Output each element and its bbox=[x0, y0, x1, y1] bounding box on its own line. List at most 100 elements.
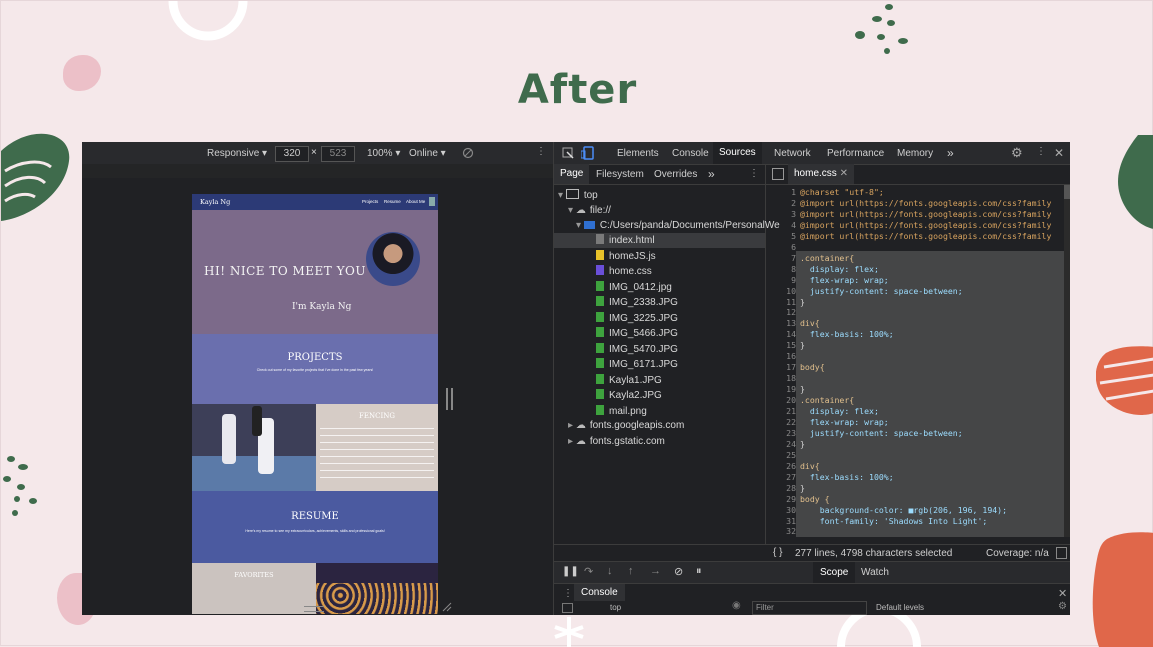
line-number: 30 bbox=[786, 504, 796, 515]
preview-nav-about[interactable]: About Me bbox=[406, 199, 425, 204]
tree-file[interactable]: IMG_6171.JPG bbox=[596, 357, 678, 372]
tree-origin[interactable]: ▸ ☁ fonts.googleapis.com bbox=[568, 418, 684, 433]
tree-origin[interactable]: ▸ ☁ fonts.gstatic.com bbox=[568, 434, 665, 449]
code-line: } bbox=[800, 340, 805, 351]
eye-icon[interactable]: ◉ bbox=[732, 600, 741, 611]
phone-preview[interactable]: Kayla Ng Projects Resume About Me HI! NI… bbox=[192, 194, 438, 614]
expand-arrow-icon[interactable]: ▸ bbox=[568, 436, 576, 447]
file-icon bbox=[596, 342, 604, 353]
width-input[interactable]: 320 bbox=[275, 146, 309, 162]
tree-file-origin[interactable]: ▾ ☁ file:// bbox=[568, 203, 611, 218]
expand-arrow-icon[interactable]: ▸ bbox=[568, 420, 576, 431]
device-toggle-icon[interactable] bbox=[581, 146, 594, 160]
tree-file[interactable]: IMG_2338.JPG bbox=[596, 295, 678, 310]
tab-memory[interactable]: Memory bbox=[897, 148, 933, 159]
devtools-tabs: Elements Console Sources Network Perform… bbox=[554, 142, 1070, 165]
nav-tab-filesystem[interactable]: Filesystem bbox=[596, 169, 644, 180]
inspect-icon[interactable] bbox=[562, 147, 574, 159]
tab-scope[interactable]: Scope bbox=[813, 562, 856, 584]
line-number: 23 bbox=[786, 427, 796, 438]
tree-file[interactable]: IMG_5466.JPG bbox=[596, 326, 678, 341]
console-filter-input[interactable]: Filter bbox=[752, 601, 867, 615]
drawer-menu-icon[interactable]: ⋮ bbox=[563, 588, 573, 599]
more-tabs-icon[interactable]: » bbox=[947, 146, 954, 160]
close-devtools-icon[interactable]: ✕ bbox=[1054, 146, 1064, 160]
editor-scrollbar[interactable] bbox=[1064, 185, 1070, 537]
preview-nav-resume[interactable]: Resume bbox=[384, 199, 401, 204]
close-tab-icon[interactable]: ✕ bbox=[840, 168, 848, 179]
drawer-tab-console[interactable]: Console bbox=[574, 584, 625, 601]
tab-watch[interactable]: Watch bbox=[861, 567, 889, 578]
tab-elements[interactable]: Elements bbox=[617, 148, 659, 159]
editor-tab-home-css[interactable]: home.css ✕ bbox=[788, 164, 854, 184]
decoration-orange-stripe-icon bbox=[1096, 346, 1153, 415]
tab-sources[interactable]: Sources bbox=[713, 142, 762, 164]
toggle-navigator-icon[interactable] bbox=[772, 168, 784, 180]
preview-projects-section: PROJECTS Check out some of my favorite p… bbox=[192, 334, 438, 404]
more-options-icon[interactable]: ⋮ bbox=[536, 146, 546, 157]
pause-on-exceptions-icon[interactable]: ⏸ bbox=[696, 565, 702, 578]
tree-file[interactable]: Kayla2.JPG bbox=[596, 388, 662, 403]
tree-file[interactable]: homeJS.js bbox=[596, 249, 656, 264]
height-input[interactable]: 523 bbox=[321, 146, 355, 162]
zoom-label: 100% bbox=[367, 148, 393, 159]
nav-tab-page[interactable]: Page bbox=[554, 164, 590, 184]
line-number: 10 bbox=[786, 285, 796, 296]
devtools-menu-icon[interactable]: ⋮ bbox=[1036, 146, 1046, 157]
decoration-dots-left-icon bbox=[3, 456, 37, 516]
preview-navbar: Kayla Ng Projects Resume About Me bbox=[192, 194, 438, 210]
tree-file[interactable]: mail.png bbox=[596, 404, 647, 419]
more-nav-tabs-icon[interactable]: » bbox=[708, 167, 715, 181]
console-context[interactable]: top bbox=[610, 603, 621, 612]
file-icon bbox=[596, 265, 604, 275]
step-icon[interactable]: → bbox=[650, 565, 661, 577]
console-levels-dropdown[interactable]: Default levels bbox=[876, 603, 924, 612]
tab-performance[interactable]: Performance bbox=[827, 148, 884, 159]
line-number: 17 bbox=[786, 362, 796, 373]
nav-tab-overrides[interactable]: Overrides bbox=[654, 169, 697, 180]
console-sidebar-icon[interactable] bbox=[562, 603, 573, 613]
code-area[interactable]: 1 @charset "utf-8"; 2 @import url(https://f… bbox=[766, 185, 1070, 537]
pretty-print-icon[interactable]: { } bbox=[773, 547, 782, 558]
close-drawer-icon[interactable]: ✕ bbox=[1058, 587, 1067, 600]
tree-origin-label: fonts.gstatic.com bbox=[589, 435, 665, 447]
line-number: 3 bbox=[791, 208, 796, 219]
tree-file[interactable]: IMG_5470.JPG bbox=[596, 342, 678, 357]
code-line: body{ bbox=[800, 362, 825, 373]
responsive-dropdown[interactable]: Responsive ▾ bbox=[207, 148, 267, 159]
resize-handle-right[interactable] bbox=[446, 388, 453, 410]
line-number: 9 bbox=[791, 274, 796, 285]
tree-file-label: home.css bbox=[609, 266, 652, 277]
responsive-label: Responsive bbox=[207, 148, 260, 159]
tree-file[interactable]: index.html bbox=[554, 233, 765, 248]
coverage-icon[interactable] bbox=[1056, 547, 1067, 559]
resize-corner-icon[interactable] bbox=[442, 602, 452, 612]
tab-console[interactable]: Console bbox=[672, 148, 709, 159]
preview-nav-projects[interactable]: Projects bbox=[362, 199, 378, 204]
tree-file[interactable]: Kayla1.JPG bbox=[596, 373, 662, 388]
browser-screenshot: Responsive ▾ 320 × 523 100% ▾ Online ▾ ⋮… bbox=[82, 142, 1070, 615]
tab-network[interactable]: Network bbox=[774, 148, 811, 159]
throttle-dropdown[interactable]: Online ▾ bbox=[409, 148, 446, 159]
preview-resume-text: Here's my resume to see my extracurricul… bbox=[245, 529, 385, 533]
deactivate-breakpoints-icon[interactable]: ⊘ bbox=[674, 565, 683, 578]
settings-gear-icon[interactable]: ⚙ bbox=[1011, 145, 1023, 161]
navigator-menu-icon[interactable]: ⋮ bbox=[749, 168, 759, 179]
tree-file[interactable]: home.css bbox=[596, 264, 652, 279]
resize-handle-bottom[interactable] bbox=[304, 606, 324, 612]
rotate-icon[interactable] bbox=[462, 147, 474, 159]
line-number: 12 bbox=[786, 307, 796, 318]
tree-file[interactable]: IMG_0412.jpg bbox=[596, 280, 672, 295]
tree-folder[interactable]: ▾ C:/Users/panda/Documents/PersonalWe bbox=[576, 218, 780, 233]
console-settings-icon[interactable]: ⚙ bbox=[1058, 601, 1067, 612]
step-into-icon[interactable]: ↓ bbox=[607, 565, 613, 577]
zoom-dropdown[interactable]: 100% ▾ bbox=[367, 148, 400, 159]
step-out-icon[interactable]: ↑ bbox=[628, 565, 634, 577]
tree-file[interactable]: IMG_3225.JPG bbox=[596, 311, 678, 326]
pause-icon[interactable]: ❚❚ bbox=[562, 566, 579, 577]
preview-menu-icon[interactable] bbox=[429, 197, 435, 206]
decoration-leaf-icon bbox=[1, 133, 70, 221]
code-line: } bbox=[800, 438, 805, 449]
step-over-icon[interactable]: ↷ bbox=[584, 565, 593, 578]
tree-top[interactable]: ▾ top bbox=[558, 188, 598, 203]
